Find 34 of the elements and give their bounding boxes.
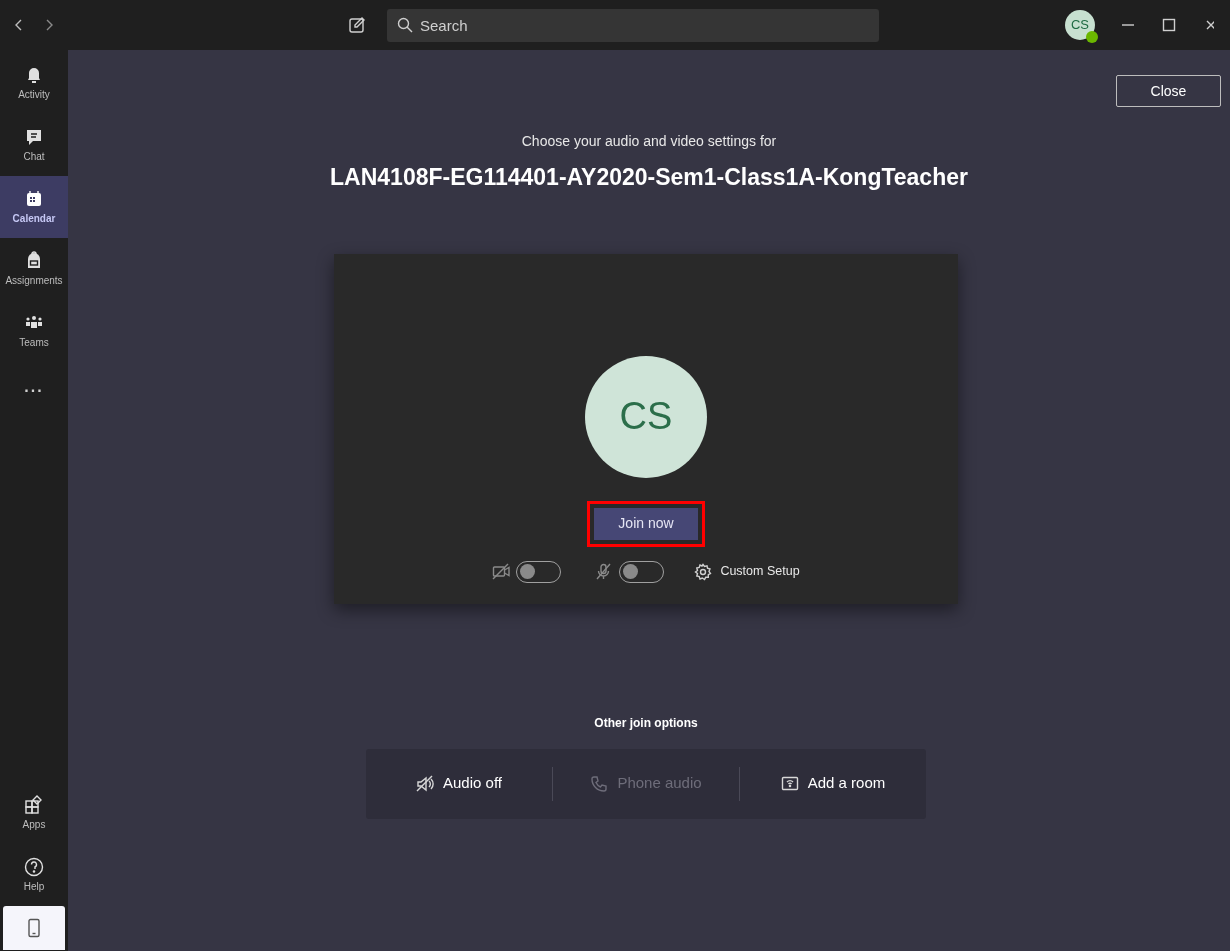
- join-option-button[interactable]: Add a room: [740, 772, 926, 795]
- profile-avatar: CS: [585, 355, 707, 478]
- custom-setup-button[interactable]: Custom Setup: [694, 562, 800, 581]
- sidebar-tab[interactable]: Teams: [0, 300, 68, 362]
- close-icon[interactable]: [1206, 18, 1214, 32]
- sidebar-tab[interactable]: Help: [0, 844, 68, 906]
- phone-icon: [27, 918, 41, 938]
- compose-icon[interactable]: [348, 16, 366, 34]
- search-field[interactable]: Search: [387, 8, 879, 42]
- back-icon[interactable]: [14, 18, 24, 32]
- phone-icon: [590, 774, 609, 793]
- join-now-button[interactable]: Join now: [594, 507, 698, 540]
- profile-avatar[interactable]: CS: [1065, 10, 1095, 40]
- speaker-off-icon: [416, 774, 434, 793]
- sidebar-tab[interactable]: Chat: [0, 114, 68, 176]
- cast-icon: [780, 774, 799, 793]
- sidebar-tab[interactable]: Activity: [0, 52, 68, 114]
- section-heading: Other join options: [594, 714, 698, 732]
- sidebar-tab[interactable]: Apps: [0, 782, 68, 844]
- maximize-icon[interactable]: [1162, 18, 1176, 32]
- mobile-download-button[interactable]: [3, 906, 65, 950]
- more-apps-button[interactable]: ...: [0, 362, 68, 412]
- calendar-icon: [24, 188, 44, 209]
- gear-icon: [694, 562, 713, 581]
- close-button[interactable]: Close: [1116, 75, 1221, 107]
- camera-off-icon: [492, 563, 511, 580]
- help-icon: [24, 856, 44, 877]
- sidebar-tab[interactable]: Calendar: [0, 176, 68, 238]
- sidebar-tab[interactable]: Assignments: [0, 238, 68, 300]
- forward-icon[interactable]: [44, 18, 54, 32]
- meeting-title: LAN4108F-EG114401-AY2020-Sem1-Class1A-KongTeacher: [330, 163, 968, 192]
- apps-icon: [24, 794, 44, 815]
- join-option-button[interactable]: Audio off: [366, 772, 552, 795]
- meeting-subtitle: Choose your audio and video settings for: [521, 132, 777, 151]
